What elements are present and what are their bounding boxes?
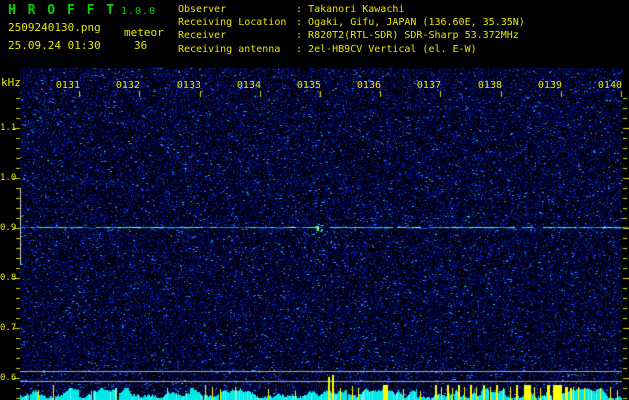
info-row: Receiving antenna: 2el-HB9CV Vertical (e…	[178, 43, 525, 56]
info-value: Ogaki, Gifu, JAPAN (136.60E, 35.35N)	[308, 17, 525, 29]
mode-label: meteor	[124, 26, 164, 39]
datetime-label: 25.09.24 01:30	[8, 39, 101, 52]
time-tick-label: 0131	[55, 80, 80, 91]
time-tick-label: 0137	[416, 80, 441, 91]
freq-tick-label: 0.8	[0, 273, 17, 283]
info-value: 2el-HB9CV Vertical (el. E-W)	[308, 43, 477, 55]
spectrogram-canvas	[0, 0, 629, 400]
info-label: Receiver	[178, 30, 227, 42]
info-label: Observer	[178, 4, 227, 15]
info-colon: :	[296, 4, 309, 15]
output-filename: 2509240130.png	[8, 21, 101, 34]
app-version: 1.0.0	[121, 6, 157, 17]
meteor-count: 36	[134, 39, 148, 52]
time-tick-label: 0140	[597, 80, 622, 91]
info-colon: :	[296, 17, 309, 29]
info-label: Receiving antenna	[178, 43, 281, 55]
app-title: H R O F F T	[8, 3, 117, 18]
info-value: R820T2(RTL-SDR) SDR-Sharp 53.372MHz	[308, 30, 519, 42]
info-value: Takanori Kawachi	[308, 4, 405, 15]
receiver-info-block: Observer: Takanori Kawachi Receiving Loca…	[178, 3, 525, 56]
hrofft-window: H R O F F T 1.0.0 2509240130.png meteor …	[0, 0, 629, 400]
freq-tick-label: 0.6	[0, 373, 17, 383]
freq-tick-label: 1.0	[0, 173, 17, 183]
freq-tick-label: 0.9	[0, 223, 17, 233]
info-colon: :	[296, 30, 309, 42]
time-tick-label: 0138	[477, 80, 502, 91]
time-tick-label: 0136	[356, 80, 381, 91]
info-colon: :	[296, 43, 309, 55]
time-tick-label: 0139	[537, 80, 562, 91]
freq-tick-label: 1.1	[0, 123, 17, 133]
info-label: Receiving Location	[178, 17, 287, 29]
info-row: Observer: Takanori Kawachi	[178, 3, 525, 16]
time-tick-label: 0135	[296, 80, 321, 91]
time-tick-label: 0134	[236, 80, 261, 91]
time-tick-label: 0132	[115, 80, 140, 91]
freq-tick-label: 0.7	[0, 323, 17, 333]
info-row: Receiving Location: Ogaki, Gifu, JAPAN (…	[178, 16, 525, 29]
time-tick-label: 0133	[176, 80, 201, 91]
info-row: Receiver: R820T2(RTL-SDR) SDR-Sharp 53.3…	[178, 29, 525, 42]
freq-unit-label: kHz	[1, 76, 21, 89]
